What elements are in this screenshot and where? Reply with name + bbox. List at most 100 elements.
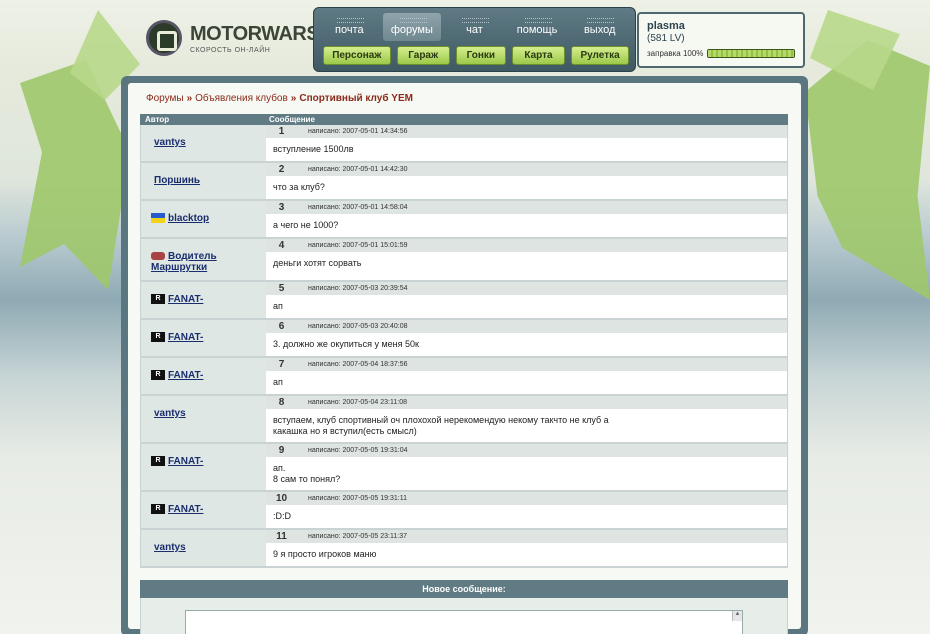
rank-badge-icon: R [151,332,165,343]
post-text-line: вступление 1500лв [273,144,354,154]
post-message-cell: 11 написано: 2007-05-05 23:11:37 9 я прост… [266,530,787,566]
post-number: 4 [278,240,285,251]
post-message-cell: 10 написано: 2007-05-05 19:31:11:D:D [266,492,787,528]
post-text-line: 8 сам то понял? [273,474,341,484]
post-number: 2 [278,164,285,175]
post-header: 9 написано: 2007-05-05 19:31:04 [266,444,787,457]
post-number: 7 [278,359,285,370]
minibus-icon [151,252,165,261]
nav-item-4[interactable]: выход [570,13,629,41]
fuel-label: заправка 100% [647,49,704,58]
post-message-cell: 5 написано: 2007-05-03 20:39:54 ап [266,282,787,318]
post-header: 4 написано: 2007-05-01 15:01:59 [266,239,787,252]
posts-table: vantys 1 написано: 2007-05-01 14:34:56 всту… [140,125,788,568]
post-number: 6 [278,321,285,332]
post-number: 11 [276,531,287,542]
post-body: а чего не 1000? [266,214,787,237]
post-author-link[interactable]: FANAT- [168,456,203,467]
nav-item-1[interactable]: форумы [382,13,442,41]
post-header: 10 написано: 2007-05-05 19:31:11 [266,492,787,505]
post-body: деньги хотят сорвать [266,252,787,275]
nav-item-0[interactable]: почта [320,13,379,41]
post-date: написано: 2007-05-03 20:40:08 [308,323,408,330]
post-row: R FANAT- 7 написано: 2007-05-04 18:37:56 ап [141,358,787,396]
post-row: R FANAT- 6 написано: 2007-05-03 20:40:08 3. … [141,320,787,358]
post-author-link[interactable]: FANAT- [168,504,203,515]
game-button-2[interactable]: Гонки [455,46,506,65]
post-message-cell: 6 написано: 2007-05-03 20:40:08 3. должно … [266,320,787,356]
game-button-3[interactable]: Карта [511,46,566,65]
logo-icon [146,20,182,56]
post-message-cell: 2 написано: 2007-05-01 14:42:30 что за клу… [266,163,787,199]
post-author-cell: blacktop [141,201,266,237]
new-message-input[interactable]: ▲ [185,610,743,634]
game-button-0[interactable]: Персонаж [323,46,391,65]
user-level: (581 LV) [647,33,685,44]
post-author-cell: vantys [141,530,266,566]
post-author-cell: vantys [141,125,266,161]
post-date: написано: 2007-05-04 23:11:08 [308,399,407,406]
post-text-line: 3. должно же окупиться у меня 50к [273,339,419,349]
post-author-link[interactable]: blacktop [168,213,209,224]
username[interactable]: plasma [647,20,795,32]
new-message-header: Новое сообщение: [140,580,788,598]
post-text-line: ап [273,377,283,387]
rank-badge-icon: R [151,370,165,381]
scroll-up-icon[interactable]: ▲ [732,611,742,621]
post-author-link[interactable]: Поршинь [154,175,200,186]
post-row: Водитель Маршрутки 4 написано: 2007-05-01 … [141,239,787,282]
post-body: ап [266,295,787,318]
game-button-4[interactable]: Рулетка [571,46,630,65]
fuel-bar [707,49,795,58]
post-message-cell: 1 написано: 2007-05-01 14:34:56 вступление… [266,125,787,161]
breadcrumb-item[interactable]: Объявления клубов [195,93,288,109]
column-header-author: Автор [145,115,170,124]
game-button-1[interactable]: Гараж [396,46,450,65]
post-message-cell: 7 написано: 2007-05-04 18:37:56 ап [266,358,787,394]
post-header: 5 написано: 2007-05-03 20:39:54 [266,282,787,295]
post-author-link[interactable]: FANAT- [168,332,203,343]
breadcrumb: Форумы» Объявления клубов» Спортивный клуб… [146,93,789,109]
nav-item-3[interactable]: помощь [508,13,567,41]
post-number: 9 [278,445,285,456]
post-text-line: ап. [273,463,286,473]
post-author-cell: R FANAT- [141,444,266,490]
post-header: 8 написано: 2007-05-04 23:11:08 [266,396,787,409]
post-author-link[interactable]: vantys [154,408,186,419]
post-text-line: ап [273,301,283,311]
nav-item-2[interactable]: чат [445,13,504,41]
decorative-leaf [20,60,130,290]
post-message-cell: 8 написано: 2007-05-04 23:11:08 вступаем, … [266,396,787,442]
breadcrumb-separator: » [290,93,297,104]
flag-icon [151,213,165,224]
post-author-link[interactable]: FANAT- [168,370,203,381]
post-author-link[interactable]: vantys [154,542,186,553]
post-body: :D:D [266,505,787,528]
post-author-cell: vantys [141,396,266,442]
post-text-line: какашка но я вступил(есть смысл) [273,426,417,436]
post-row: R FANAT- 5 написано: 2007-05-03 20:39:54 ап [141,282,787,320]
post-header: 6 написано: 2007-05-03 20:40:08 [266,320,787,333]
rank-badge-icon: R [151,504,165,515]
post-message-cell: 4 написано: 2007-05-01 15:01:59 деньги хот… [266,239,787,280]
post-row: vantys 1 написано: 2007-05-01 14:34:56 всту… [141,125,787,163]
post-message-cell: 3 написано: 2007-05-01 14:58:04 а чего не … [266,201,787,237]
post-header: 1 написано: 2007-05-01 14:34:56 [266,125,787,138]
post-message-cell: 9 написано: 2007-05-05 19:31:04 ап. 8 сам т… [266,444,787,490]
post-header: 11 написано: 2007-05-05 23:11:37 [266,530,787,543]
post-body: 3. должно же окупиться у меня 50к [266,333,787,356]
post-row: Поршинь 2 написано: 2007-05-01 14:42:30 что… [141,163,787,201]
rank-badge-icon: R [151,294,165,305]
post-date: написано: 2007-05-03 20:39:54 [308,285,408,292]
post-author-link[interactable]: vantys [154,137,186,148]
post-row: blacktop 3 написано: 2007-05-01 14:58:04 а … [141,201,787,239]
breadcrumb-item[interactable]: Форумы [146,93,184,109]
post-author-cell: Водитель Маршрутки [141,239,266,280]
post-author-link[interactable]: FANAT- [168,294,203,305]
post-date: написано: 2007-05-01 14:42:30 [308,166,408,173]
post-date: написано: 2007-05-05 19:31:11 [308,495,407,502]
post-body: что за клуб? [266,176,787,199]
post-header: 7 написано: 2007-05-04 18:37:56 [266,358,787,371]
post-author-cell: R FANAT- [141,358,266,394]
user-panel: plasma (581 LV) заправка 100% [637,12,805,68]
